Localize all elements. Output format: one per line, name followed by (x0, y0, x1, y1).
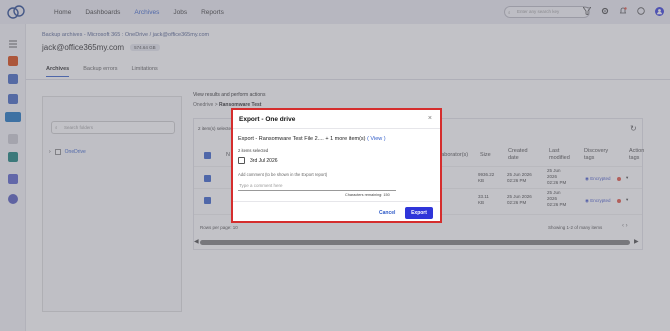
date-value: 3rd Jul 2026 (250, 157, 278, 164)
cancel-button[interactable]: Cancel (379, 210, 395, 216)
dialog-footer-divider (233, 201, 440, 202)
comment-input[interactable]: Type a comment here (238, 182, 396, 191)
items-selected: 2 items selected (238, 148, 269, 153)
export-date: 3rd Jul 2026 (238, 157, 278, 164)
export-button[interactable]: Export (405, 207, 433, 219)
characters-remaining: Characters remaining: 150 (345, 193, 390, 197)
dialog-title: Export - One drive (239, 116, 296, 123)
close-icon[interactable]: × (428, 115, 432, 122)
export-item-name: Export - Ransomware Test File 2.... (238, 136, 324, 142)
calendar-icon (238, 157, 245, 164)
export-dialog: Export - One drive × Export - Ransomware… (231, 108, 442, 223)
more-items: + 1 more item(s) (325, 136, 366, 142)
comment-label: Add comment (to be shown in the Export r… (238, 172, 328, 177)
view-link[interactable]: ( View ) (367, 136, 386, 142)
export-summary: Export - Ransomware Test File 2.... + 1 … (238, 136, 386, 142)
dialog-divider (233, 128, 440, 129)
